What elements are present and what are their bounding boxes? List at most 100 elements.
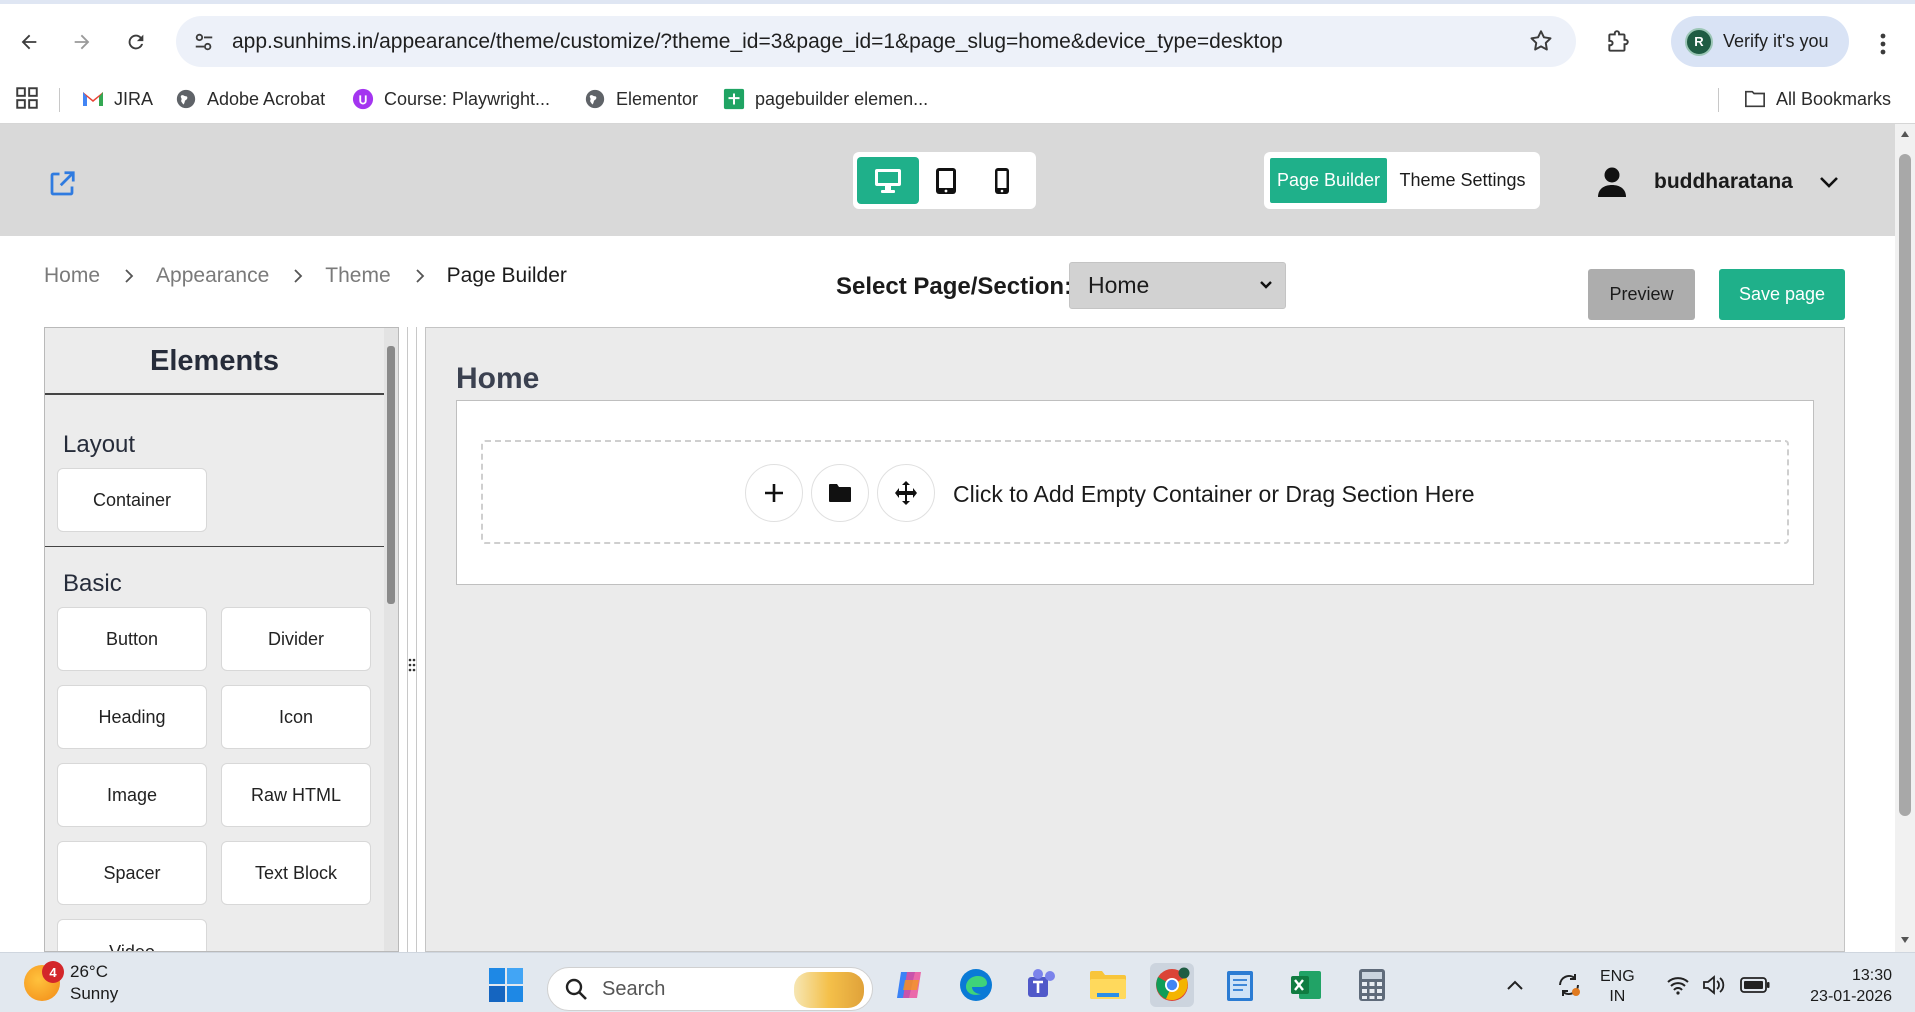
chevron-right-icon [293,268,303,284]
site-info-button[interactable] [190,28,218,56]
system-clock[interactable]: 13:30 23-01-2026 [1792,965,1892,1007]
chrome-icon [1156,967,1190,1001]
page-scroll-thumb[interactable] [1899,154,1911,816]
scroll-down-icon[interactable] [1900,936,1910,944]
device-mobile-button[interactable] [971,157,1033,204]
chevron-down-icon [1260,281,1272,289]
drag-section-button[interactable] [877,464,935,522]
bookmark-pagebuilder[interactable]: pagebuilder elemen... [723,84,928,114]
edge-icon [960,969,992,1001]
chevron-down-icon [1819,177,1838,188]
tab-theme-settings[interactable]: Theme Settings [1391,158,1534,203]
taskbar-notepad[interactable] [1218,963,1262,1007]
breadcrumb-appearance[interactable]: Appearance [156,264,269,288]
windows-icon [489,968,523,1002]
load-section-button[interactable] [811,464,869,522]
sync-icon[interactable] [1556,972,1582,998]
arrow-right-icon [74,34,90,50]
bookmarks-bar: JIRA Adobe Acrobat Course: Playwright...… [0,76,1915,124]
weather-widget[interactable]: 4 26°C Sunny [24,961,118,1005]
folder-icon [1744,88,1766,110]
region-code: IN [1609,988,1626,1005]
taskbar-calculator[interactable] [1350,963,1394,1007]
element-icon[interactable]: Icon [221,685,371,749]
page-scrollbar[interactable] [1895,124,1915,952]
page-section: Click to Add Empty Container or Drag Sec… [456,400,1814,585]
element-image[interactable]: Image [57,763,207,827]
reload-button[interactable] [118,24,154,60]
bookmark-label: JIRA [114,88,154,109]
element-heading[interactable]: Heading [57,685,207,749]
taskbar: 4 26°C Sunny Search ENG IN 13:30 23-01-2… [0,952,1915,1012]
page-section-select[interactable]: Home [1069,262,1286,309]
taskbar-search[interactable]: Search [547,967,873,1011]
url-text[interactable]: app.sunhims.in/appearance/theme/customiz… [232,30,1283,54]
taskbar-file-explorer[interactable] [1086,963,1130,1007]
apps-button[interactable] [14,85,40,111]
back-button[interactable] [11,24,47,60]
panel-scrollbar[interactable] [384,328,398,951]
battery-icon[interactable] [1740,977,1770,993]
panel-resize-handle[interactable] [407,327,417,952]
drop-zone[interactable]: Click to Add Empty Container or Drag Sec… [481,440,1789,544]
element-text-block[interactable]: Text Block [221,841,371,905]
device-desktop-button[interactable] [857,157,919,204]
bookmark-adobe-acrobat[interactable]: Adobe Acrobat [175,84,325,114]
bookmark-jira[interactable]: JIRA [82,84,153,114]
browser-menu-button[interactable] [1868,26,1898,62]
panel-scroll-thumb[interactable] [387,346,395,604]
taskbar-copilot[interactable] [888,963,932,1007]
bookmark-label: pagebuilder elemen... [755,88,929,109]
profile-verify-button[interactable]: R Verify it's you [1671,16,1849,67]
elements-panel-title: Elements [45,328,384,395]
taskbar-chrome[interactable] [1150,963,1194,1007]
preview-button[interactable]: Preview [1588,269,1695,320]
breadcrumb-home[interactable]: Home [44,264,100,288]
chevron-up-icon[interactable] [1506,979,1524,991]
start-button[interactable] [484,963,528,1007]
taskbar-edge[interactable] [954,963,998,1007]
wifi-icon[interactable] [1666,975,1690,995]
element-video[interactable]: Video [57,919,207,951]
element-button[interactable]: Button [57,607,207,671]
bookmark-elementor[interactable]: Elementor [584,84,698,114]
address-bar[interactable]: app.sunhims.in/appearance/theme/customiz… [176,16,1576,67]
bookmark-star-button[interactable] [1528,28,1554,54]
bookmark-course-playwright[interactable]: Course: Playwright... [352,84,550,114]
element-raw-html[interactable]: Raw HTML [221,763,371,827]
save-page-button[interactable]: Save page [1719,269,1845,320]
volume-icon[interactable] [1702,975,1726,995]
search-highlight-image [794,972,864,1008]
layout-group-title: Layout [63,431,136,458]
breadcrumb-theme[interactable]: Theme [325,264,390,288]
language-indicator[interactable]: ENG IN [1600,967,1635,1007]
chevron-right-icon [124,268,134,284]
open-site-button[interactable] [47,169,77,199]
desktop-icon [875,168,901,193]
app-header: Page Builder Theme Settings buddharatana [0,124,1895,236]
all-bookmarks-button[interactable]: All Bookmarks [1744,84,1891,114]
device-tablet-button[interactable] [915,157,977,204]
builder-canvas: Home Click to Add Empty Container or Dra… [425,327,1845,952]
element-divider[interactable]: Divider [221,607,371,671]
external-link-icon [50,171,75,196]
user-menu[interactable]: buddharatana [1596,162,1839,202]
teams-icon [1028,969,1055,997]
notepad-icon [1227,971,1253,1001]
tab-page-builder[interactable]: Page Builder [1270,158,1387,203]
forward-button[interactable] [64,24,100,60]
element-spacer[interactable]: Spacer [57,841,207,905]
extensions-button[interactable] [1600,24,1636,60]
sun-icon: 4 [24,961,64,1001]
user-icon [1598,167,1626,197]
taskbar-excel[interactable] [1284,963,1328,1007]
elements-panel: Elements Layout Container Basic Button D… [44,327,399,952]
page-select-value: Home [1088,272,1150,298]
canvas-page-title: Home [456,362,540,395]
add-container-button[interactable] [745,464,803,522]
chevron-right-icon [415,268,425,284]
scroll-up-icon[interactable] [1900,130,1910,138]
reload-icon [128,34,144,50]
taskbar-teams[interactable] [1020,963,1064,1007]
element-container[interactable]: Container [57,468,207,532]
